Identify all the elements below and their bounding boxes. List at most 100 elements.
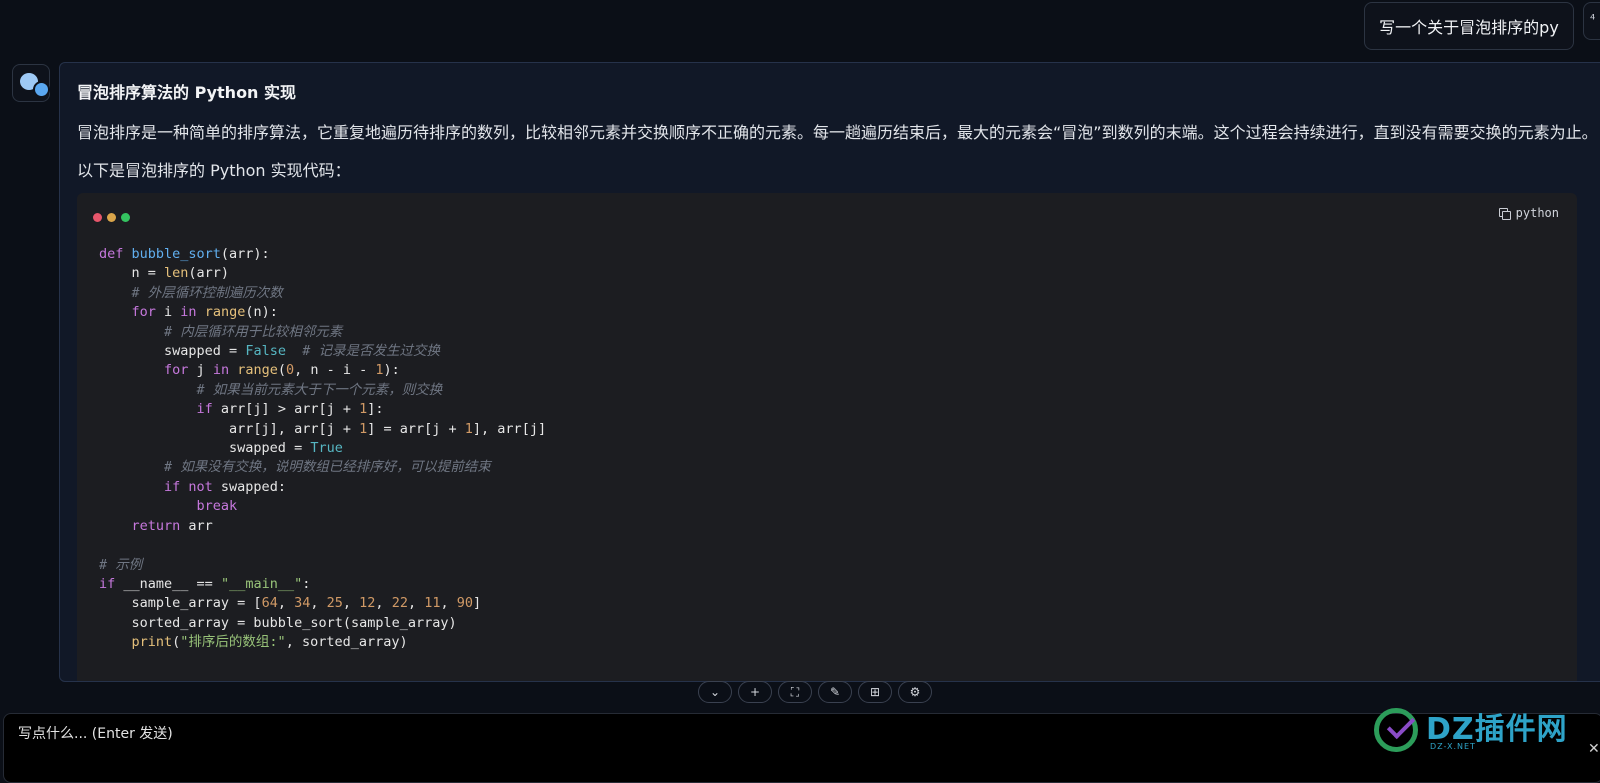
code-token: , (375, 595, 392, 612)
magic-wand-icon: ✎ (829, 685, 841, 699)
close-icon[interactable]: ✕ (1588, 741, 1600, 761)
settings-button[interactable]: ⚙ (898, 681, 932, 703)
code-token: ], arr[j] (472, 420, 547, 437)
code-token: 0 (285, 362, 295, 379)
code-token: "__main__" (220, 575, 303, 592)
gear-icon: ⚙ (909, 685, 921, 699)
code-token: 1 (359, 420, 368, 437)
code-token: return (99, 517, 189, 534)
scroll-bottom-button[interactable]: ⌄ (698, 681, 732, 703)
code-token: 22 (391, 595, 408, 612)
code-token: (n): (245, 304, 278, 321)
code-line: # 示例 (99, 556, 546, 575)
answer-paragraph-intro: 冒泡排序是一种简单的排序算法，它重复地遍历待排序的数列，比较相邻元素并交换顺序不… (77, 123, 1598, 142)
code-token: for (99, 304, 165, 321)
user-action-button[interactable]: ⁴ (1583, 2, 1600, 40)
code-line: break (99, 497, 546, 516)
code-token: (arr): (220, 246, 270, 262)
code-line: if not swapped: (99, 478, 546, 497)
code-line: ​ (99, 536, 546, 555)
code-token: swapped: (220, 478, 286, 495)
code-token: (arr) (188, 265, 230, 282)
code-token: range (237, 362, 278, 379)
code-token: 25 (326, 595, 343, 612)
code-token: swapped = (99, 440, 311, 457)
code-line: return arr (99, 517, 546, 536)
code-line: sample_array = [64, 34, 25, 12, 22, 11, … (99, 594, 546, 613)
code-token: , sorted_array) (285, 634, 408, 651)
code-line: # 内层循环用于比较相邻元素 (99, 323, 546, 342)
fullscreen-icon: ⛶ (790, 684, 800, 699)
plugins-button[interactable]: ⊞ (858, 681, 892, 703)
code-line: # 如果没有交换，说明数组已经排序好，可以提前结束 (99, 458, 546, 477)
code-token: j (196, 362, 213, 379)
code-token: range (204, 304, 246, 321)
answer-title: 冒泡排序算法的 Python 实现 (77, 83, 297, 102)
magic-wand-button[interactable]: ✎ (818, 681, 852, 703)
code-line: print("排序后的数组:", sorted_array) (99, 633, 546, 652)
code-token: i (164, 304, 181, 321)
code-token: sorted_array = bubble_sort(sample_array) (99, 614, 457, 631)
code-token: arr[j], arr[j + (99, 420, 360, 437)
code-token: arr (188, 517, 213, 534)
code-token: __name__ == (123, 575, 221, 592)
code-token: # 如果没有交换，说明数组已经排序好，可以提前结束 (99, 459, 491, 476)
code-token: # 如果当前元素大于下一个元素，则交换 (99, 381, 443, 398)
code-token: ( (277, 362, 286, 379)
code-line: if arr[j] > arr[j + 1]: (99, 400, 546, 419)
code-token: 1 (359, 401, 368, 418)
code-token: # 记录是否发生过交换 (285, 343, 440, 360)
user-message-bubble: 写一个关于冒泡排序的py (1364, 2, 1574, 50)
code-line: swapped = False # 记录是否发生过交换 (99, 342, 546, 361)
code-line: # 如果当前元素大于下一个元素，则交换 (99, 381, 546, 400)
code-line: def bubble_sort(arr): (99, 245, 546, 264)
code-token: in (180, 304, 205, 321)
code-token: ] (473, 595, 482, 612)
code-line: # 外层循环控制遍历次数 (99, 284, 546, 303)
code-token: 34 (294, 595, 311, 612)
copy-code-button[interactable]: python (1498, 206, 1559, 220)
code-line: n = len(arr) (99, 264, 546, 283)
new-chat-button[interactable]: + (738, 681, 772, 703)
code-token: True (310, 440, 343, 457)
code-token: bubble_sort (131, 246, 221, 262)
watermark-subtext: DZ-X.NET (1430, 742, 1476, 751)
code-token: def (99, 246, 132, 262)
code-line: sorted_array = bubble_sort(sample_array) (99, 614, 546, 633)
code-line: arr[j], arr[j + 1] = arr[j + 1], arr[j] (99, 420, 546, 439)
code-block: python def bubble_sort(arr): n = len(arr… (77, 193, 1577, 681)
code-token: , (277, 595, 295, 612)
code-line: swapped = True (99, 439, 546, 458)
chat-input[interactable] (16, 722, 1320, 746)
code-token: in (212, 362, 238, 379)
assistant-message-card: 冒泡排序算法的 Python 实现 冒泡排序是一种简单的排序算法，它重复地遍历待… (59, 62, 1600, 682)
code-token: False (245, 343, 286, 360)
code-token: break (99, 498, 238, 515)
copy-icon (1498, 207, 1511, 220)
code-line: for j in range(0, n - i - 1): (99, 361, 546, 380)
red-dot-icon (93, 213, 102, 222)
code-content: def bubble_sort(arr): n = len(arr) # 外层循… (99, 245, 546, 653)
code-token: 11 (424, 595, 441, 612)
code-token: , n - i - (294, 362, 376, 379)
code-token: if (99, 401, 221, 418)
code-token: , (342, 595, 360, 612)
code-token: if not (99, 478, 221, 495)
code-token: len (164, 265, 189, 282)
code-token: for (99, 362, 197, 379)
plugin-icon: ⊞ (869, 685, 881, 699)
code-token: swapped = (99, 343, 246, 360)
double-chevron-down-icon: ⌄ (709, 685, 721, 699)
code-token: , (440, 595, 457, 612)
code-language-label: python (1515, 206, 1559, 220)
code-token: 90 (456, 595, 474, 612)
fullscreen-button[interactable]: ⛶ (778, 681, 812, 703)
plus-icon: + (749, 685, 761, 699)
chat-toolbar: ⌄ + ⛶ ✎ ⊞ ⚙ (698, 681, 932, 703)
code-token: , (407, 595, 425, 612)
code-token: 1 (464, 420, 473, 437)
code-token: sample_array = [ (99, 595, 262, 612)
code-token: n = (99, 265, 165, 282)
code-token: # 示例 (99, 556, 143, 573)
assistant-avatar (12, 64, 50, 102)
